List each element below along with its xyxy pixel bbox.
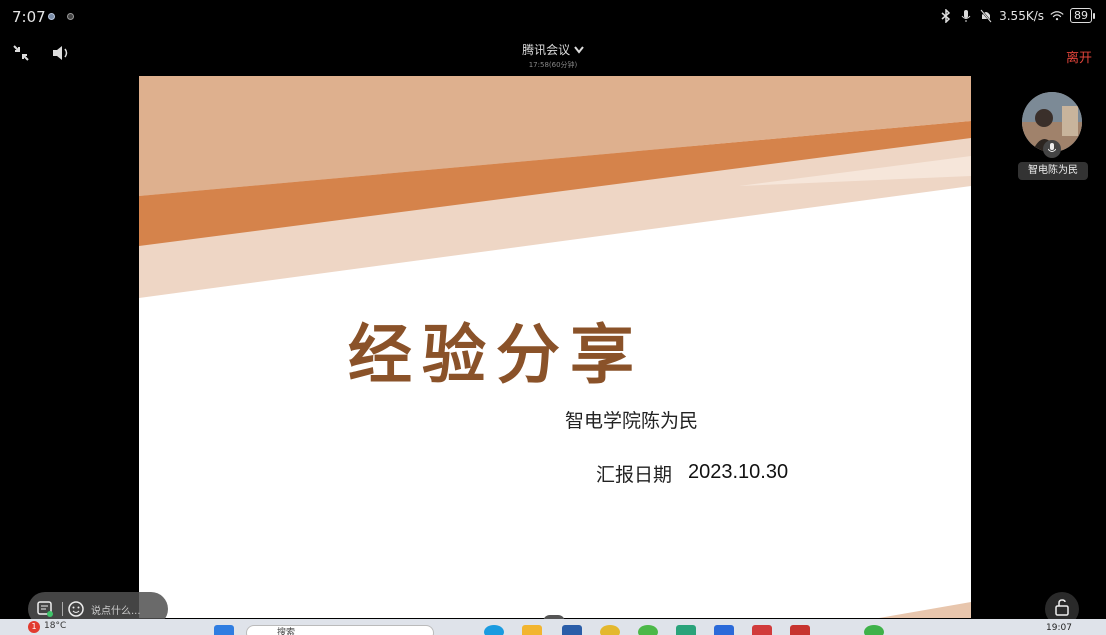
chat-divider bbox=[62, 602, 63, 616]
meeting-duration: 17:58(60分钟) bbox=[528, 61, 578, 69]
meeting-title: 腾讯会议 bbox=[522, 43, 571, 57]
taskbar-search: 搜索 bbox=[246, 625, 434, 635]
emoji-icon[interactable] bbox=[67, 600, 85, 618]
chevron-down-icon bbox=[574, 43, 584, 57]
app-icon bbox=[714, 625, 734, 635]
wifi-icon bbox=[1050, 9, 1064, 23]
edge-app-icon bbox=[484, 625, 504, 635]
chat-icon[interactable] bbox=[36, 600, 54, 618]
participant-name: 智电陈为民 bbox=[1018, 162, 1088, 180]
app-icon bbox=[752, 625, 772, 635]
notification-badge: 1 bbox=[28, 621, 40, 633]
meeting-title-group[interactable]: 腾讯会议 bbox=[0, 41, 1106, 58]
slide-title: 经验分享 bbox=[348, 318, 644, 393]
network-speed: 3.55K/s bbox=[999, 8, 1044, 23]
status-dot-icon bbox=[67, 13, 74, 20]
app-icon bbox=[676, 625, 696, 635]
slide-date: 2023.10.30 bbox=[688, 461, 789, 483]
chat-input[interactable]: 说点什么... bbox=[91, 602, 141, 617]
folder-app-icon bbox=[522, 625, 542, 635]
slide-corner-accent bbox=[879, 602, 971, 618]
app-icon bbox=[638, 625, 658, 635]
shared-taskbar: 18°C 1 搜索 19:07 bbox=[0, 619, 1106, 635]
status-bar: 7:07 3.55K/s 89 bbox=[0, 0, 1106, 34]
slide-author: 智电学院陈为民 bbox=[565, 410, 699, 432]
taskbar-clock: 19:07 bbox=[1046, 623, 1072, 633]
unlock-icon bbox=[1053, 598, 1071, 620]
notification-off-icon bbox=[979, 8, 993, 23]
bluetooth-icon bbox=[939, 8, 953, 23]
mic-icon bbox=[959, 9, 973, 23]
taskbar-weather: 18°C bbox=[44, 621, 67, 631]
app-icon bbox=[790, 625, 810, 635]
windows-start-icon bbox=[214, 625, 234, 635]
participant-mic-icon bbox=[1043, 140, 1061, 158]
status-time: 7:07 bbox=[12, 8, 46, 26]
meeting-toolbar: 腾讯会议 17:58(60分钟) 离开 bbox=[0, 34, 1106, 76]
app-icon bbox=[864, 625, 884, 635]
shared-slide: 经验分享 智电学院陈为民 汇报日期 2023.10.30 bbox=[139, 76, 971, 618]
leave-button[interactable]: 离开 bbox=[1066, 47, 1092, 66]
status-right-group: 3.55K/s 89 bbox=[939, 8, 1095, 23]
battery-indicator: 89 bbox=[1070, 8, 1095, 23]
app-icon bbox=[562, 625, 582, 635]
slide-date-label: 汇报日期 bbox=[596, 464, 673, 486]
chrome-app-icon bbox=[600, 625, 620, 635]
status-dot-icon bbox=[48, 13, 55, 20]
